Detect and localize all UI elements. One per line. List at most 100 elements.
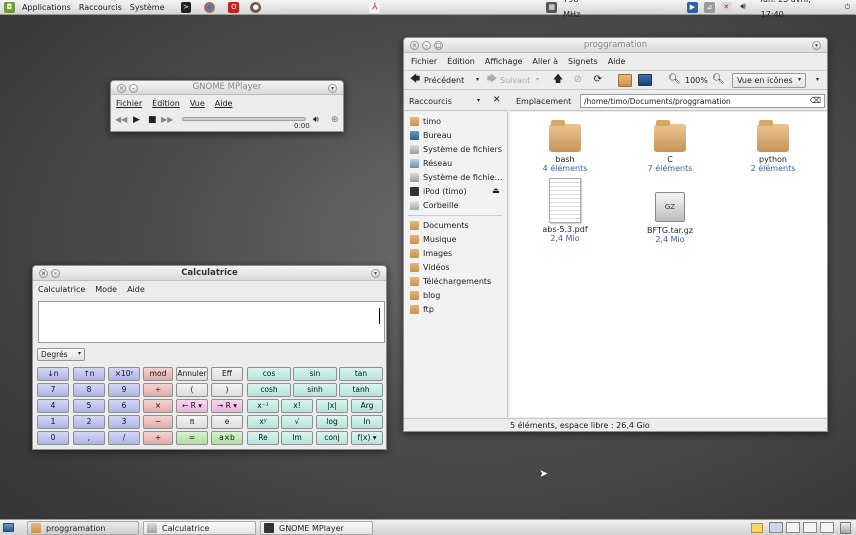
calc-button[interactable]: 7 [37,383,69,397]
close-icon[interactable]: × [117,84,126,93]
sidebar-item-documents[interactable]: Documents [406,218,506,232]
terminal-icon[interactable]: > [180,1,192,13]
fm-menu-edit[interactable]: Édition [442,57,480,66]
sidebar-dropdown-icon[interactable]: ▾ [477,97,480,104]
fm-menu-bookmarks[interactable]: Signets [563,57,603,66]
file-item-archive[interactable]: GZ BFTG.tar.gz 2,4 Mio [630,192,710,244]
calc-button[interactable]: 5 [73,399,105,413]
calc-button[interactable]: |x| [316,399,348,413]
calculator-display[interactable] [38,301,385,343]
reload-icon[interactable]: ⟳ [592,74,604,86]
eject-icon[interactable]: ⏏ [492,186,500,195]
fm-menu-go[interactable]: Aller à [527,57,563,66]
sidebar-item-home[interactable]: timo [406,114,506,128]
calc-button[interactable]: f(x) ▾ [351,431,383,445]
icon-view[interactable]: bash 4 éléments C 7 éléments python 2 él… [510,112,827,417]
calc-button[interactable]: 1 [37,415,69,429]
close-icon[interactable]: × [39,269,48,278]
maximize-icon[interactable]: □ [434,41,443,50]
task-mplayer[interactable]: GNOME MPlayer [260,521,373,535]
calc-button[interactable]: ( [176,383,208,397]
sidebar-item-ftp[interactable]: ftp [406,302,506,316]
sidebar-item-filesystem[interactable]: Système de fichiers [406,142,506,156]
window-menu-icon[interactable]: ▾ [371,269,380,278]
workspace-4[interactable] [820,522,834,533]
sidebar-item-trash[interactable]: Corbeille [406,198,506,212]
zoom-level[interactable]: 100% [685,76,708,85]
sidebar-item-blog[interactable]: blog [406,288,506,302]
file-item-bash[interactable]: bash 4 éléments [525,120,605,173]
rewind-icon[interactable]: ◀◀ [115,115,127,124]
notes-icon[interactable] [751,523,763,533]
calc-button[interactable]: Eff [211,367,243,381]
calculator-titlebar[interactable]: × – Calculatrice ▾ [33,266,386,281]
calc-button[interactable]: a×b [211,431,243,445]
sidebar-item-downloads[interactable]: Téléchargements [406,274,506,288]
minimize-icon[interactable]: – [51,269,60,278]
calc-button[interactable]: 6 [108,399,140,413]
calc-button[interactable]: / [108,431,140,445]
calc-button[interactable]: tan [339,367,383,381]
calc-button[interactable]: Arg [351,399,383,413]
sidebar-item-desktop[interactable]: Bureau [406,128,506,142]
zoom-out-icon[interactable]: 🔍︎ [668,74,681,86]
workspace-2[interactable] [786,522,800,533]
stop-icon[interactable]: ■ [148,115,157,125]
task-calculator[interactable]: Calculatrice [143,521,256,535]
back-dropdown-icon[interactable]: ▾ [476,76,479,83]
pdf-reader-icon[interactable]: ⅄ [369,1,381,13]
fm-menu-view[interactable]: Affichage [480,57,528,66]
power-icon[interactable]: ⏻ [842,2,853,13]
calc-button[interactable]: xʸ [247,415,279,429]
webcam-icon[interactable]: ● [250,1,262,13]
calc-button[interactable]: Re [247,431,279,445]
calc-button[interactable]: sin [293,367,337,381]
forward-dropdown-icon[interactable]: ▾ [536,76,539,83]
toolbar-overflow-icon[interactable]: ▾ [816,76,819,83]
file-item-python[interactable]: python 2 éléments [733,120,813,173]
calc-menu-mode[interactable]: Mode [90,285,122,294]
angle-unit-select[interactable]: Degrés ▾ [37,348,85,361]
distro-logo-icon[interactable]: ◘ [4,1,15,13]
forward-button[interactable]: Suivant [500,76,530,85]
seek-bar[interactable] [182,117,306,121]
calc-button[interactable]: log [316,415,348,429]
mplayer-menu-view[interactable]: Vue [185,99,210,108]
firefox-icon[interactable] [204,1,216,13]
play-icon[interactable]: ▶ [133,115,140,125]
calc-button[interactable]: 8 [73,383,105,397]
calc-button[interactable]: ) [211,383,243,397]
trash-applet-icon[interactable] [840,522,851,534]
clock[interactable]: lun. 25 avril, 17:40 [758,0,839,22]
stop-icon[interactable]: ⊘ [572,74,584,86]
workspace-1[interactable] [769,522,783,533]
sidebar-item-music[interactable]: Musique [406,232,506,246]
calc-button[interactable]: ↑n [73,367,105,381]
back-arrow-icon[interactable]: 🡄 [409,74,421,86]
calc-button[interactable]: ↓n [37,367,69,381]
workspace-3[interactable] [803,522,817,533]
calc-button[interactable]: 4 [37,399,69,413]
calc-button[interactable]: ×10ʸ [108,367,140,381]
menu-system[interactable]: Système [126,0,169,15]
sidebar-item-network[interactable]: Réseau [406,156,506,170]
calc-menu-calculator[interactable]: Calculatrice [33,285,90,294]
sidebar-close-icon[interactable]: ✕ [493,95,501,105]
forward-arrow-icon[interactable]: 🡆 [486,74,498,86]
calc-button[interactable]: cosh [247,383,291,397]
sidebar-item-images[interactable]: Images [406,246,506,260]
volume-icon[interactable]: 🔊︎ [738,2,749,13]
calc-button[interactable]: 0 [37,431,69,445]
calc-button[interactable]: π [176,415,208,429]
sidebar-item-filesystem-2[interactable]: Système de fichie… [406,170,506,184]
up-arrow-icon[interactable]: 🡅 [552,74,564,86]
window-menu-icon[interactable]: ▾ [328,84,337,93]
calc-button[interactable]: , [73,431,105,445]
calc-button[interactable]: e [211,415,243,429]
back-button[interactable]: Précédent [424,76,464,85]
menu-applications[interactable]: Applications [18,0,75,15]
calc-button[interactable]: + [143,431,173,445]
calc-button[interactable]: x⁻¹ [247,399,279,413]
calc-button[interactable]: cos [247,367,291,381]
calc-button[interactable]: mod [143,367,173,381]
